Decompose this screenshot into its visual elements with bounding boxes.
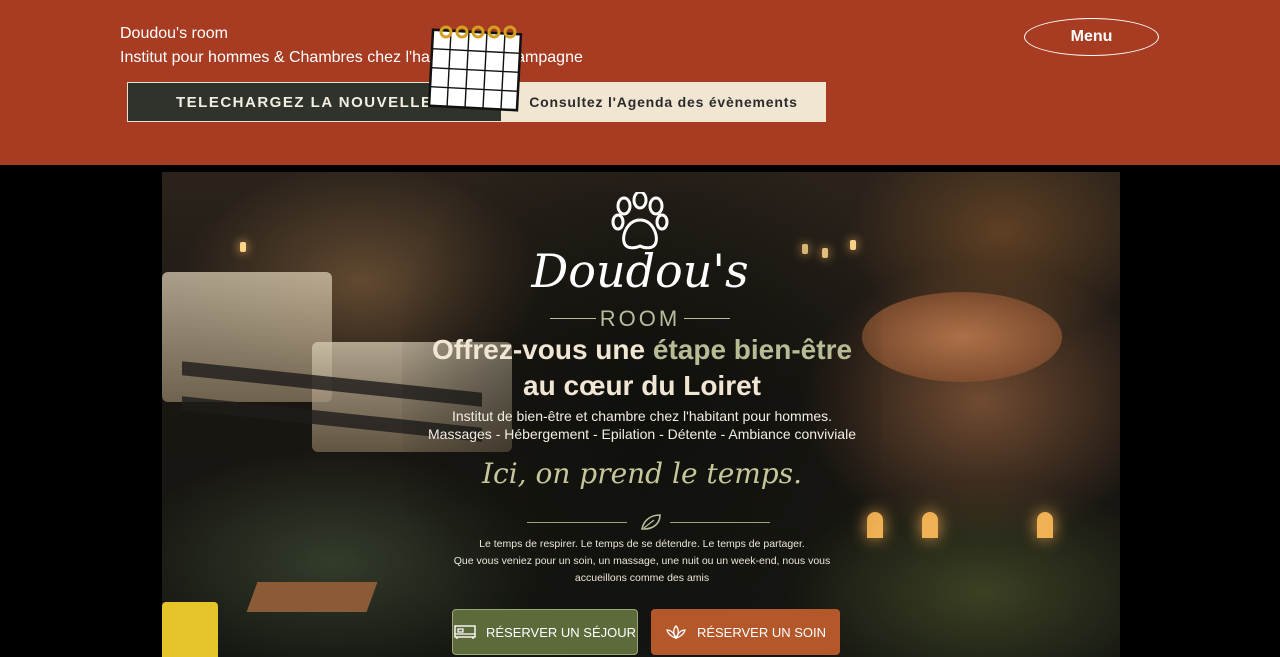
- headline: Offrez-vous une étape bien-être: [342, 334, 942, 366]
- hero-banner: Doudou's ROOM Offrez-vous une étape bien…: [162, 172, 1120, 657]
- plant-pot: [162, 602, 218, 657]
- book-treatment-label: RÉSERVER UN SOIN: [696, 624, 827, 640]
- site-header: Doudou's room Institut pour hommes & Cha…: [0, 0, 1280, 165]
- bed-icon: [454, 625, 476, 639]
- window-light: [922, 512, 938, 538]
- logo-room: ROOM: [599, 306, 681, 331]
- headline-part1: Offrez-vous une: [431, 334, 646, 365]
- book-treatment-button[interactable]: RÉSERVER UN SOIN: [651, 609, 840, 655]
- terrace-table: [246, 582, 378, 612]
- site-title[interactable]: Doudou's room: [120, 25, 228, 43]
- window-light: [1037, 512, 1053, 538]
- leaf-icon: [641, 514, 661, 530]
- headline-highlight: étape bien-être: [652, 334, 853, 365]
- book-stay-label: RÉSERVER UN SÉJOUR: [485, 624, 636, 640]
- book-stay-button[interactable]: RÉSERVER UN SÉJOUR: [452, 609, 638, 655]
- lotus-icon: [666, 625, 686, 640]
- headline-line2: au cœur du Loiret: [523, 370, 761, 401]
- lamp: [240, 242, 246, 252]
- script-slogan: Ici, on prend le temps.: [481, 457, 803, 490]
- tagline: Institut de bien-être et chambre chez l'…: [451, 408, 833, 424]
- divider-line: [527, 522, 627, 523]
- agenda-button[interactable]: Consultez l'Agenda des évènements: [501, 82, 826, 122]
- menu-button[interactable]: Menu: [1024, 18, 1159, 56]
- services-list: Massages - Hébergement - Epilation - Dét…: [428, 426, 856, 442]
- intro-text: Le temps de respirer. Le temps de se dét…: [479, 538, 805, 550]
- intro-text: Que vous veniez pour un soin, un massage…: [453, 555, 831, 567]
- divider-line: [670, 522, 770, 523]
- logo-name: Doudou's: [531, 244, 749, 298]
- calendar-icon[interactable]: [428, 24, 524, 112]
- intro-text: accueillons comme des amis: [574, 572, 710, 584]
